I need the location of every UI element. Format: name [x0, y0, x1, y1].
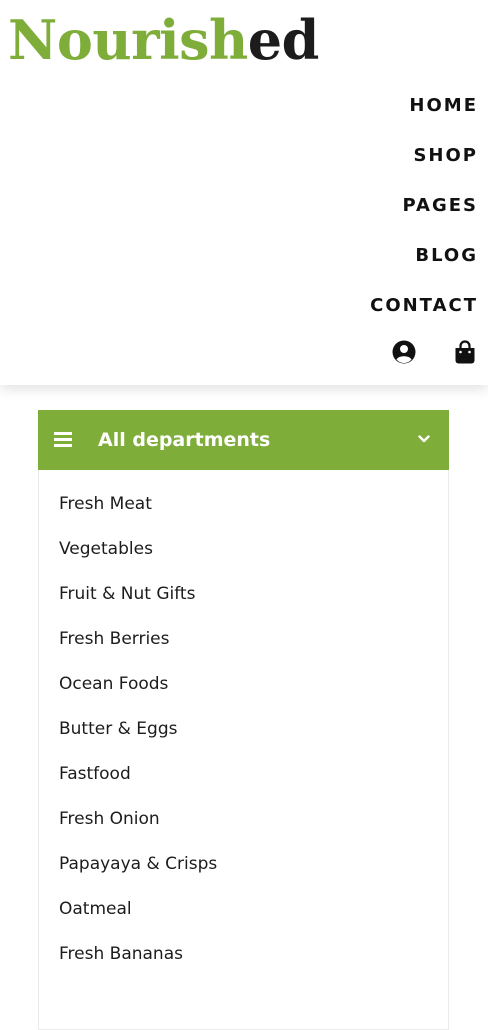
department-item-fresh-onion[interactable]: Fresh Onion [39, 797, 448, 842]
department-item-oatmeal[interactable]: Oatmeal [39, 887, 448, 932]
site-header: Nourished HOME SHOP PAGES BLOG CONTACT [0, 0, 488, 385]
department-item-papayaya-crisps[interactable]: Papayaya & Crisps [39, 842, 448, 887]
department-item-fresh-meat[interactable]: Fresh Meat [39, 482, 448, 527]
departments-title: All departments [98, 429, 271, 451]
department-item-fresh-berries[interactable]: Fresh Berries [39, 617, 448, 662]
hamburger-icon [54, 432, 72, 447]
nav-blog[interactable]: BLOG [370, 236, 478, 286]
chevron-down-icon[interactable] [417, 432, 431, 446]
department-item-vegetables[interactable]: Vegetables [39, 527, 448, 572]
department-item-ocean-foods[interactable]: Ocean Foods [39, 662, 448, 707]
nav-home[interactable]: HOME [370, 86, 478, 136]
main-nav: HOME SHOP PAGES BLOG CONTACT [370, 86, 478, 336]
departments-panel: All departments Fresh Meat Vegetables Fr… [38, 410, 449, 1030]
logo-text-green: Nourish [8, 8, 248, 72]
department-item-fastfood[interactable]: Fastfood [39, 752, 448, 797]
departments-list: Fresh Meat Vegetables Fruit & Nut Gifts … [38, 470, 449, 1030]
site-logo[interactable]: Nourished [8, 6, 319, 74]
department-item-butter-eggs[interactable]: Butter & Eggs [39, 707, 448, 752]
department-item-fresh-bananas[interactable]: Fresh Bananas [39, 932, 448, 977]
shopping-bag-icon[interactable] [452, 339, 478, 365]
logo-text-dark: ed [247, 8, 320, 72]
header-icons [391, 339, 478, 365]
nav-shop[interactable]: SHOP [370, 136, 478, 186]
user-circle-icon[interactable] [391, 339, 417, 365]
nav-pages[interactable]: PAGES [370, 186, 478, 236]
department-item-fruit-nut-gifts[interactable]: Fruit & Nut Gifts [39, 572, 448, 617]
departments-header[interactable]: All departments [38, 410, 449, 470]
nav-contact[interactable]: CONTACT [370, 286, 478, 336]
